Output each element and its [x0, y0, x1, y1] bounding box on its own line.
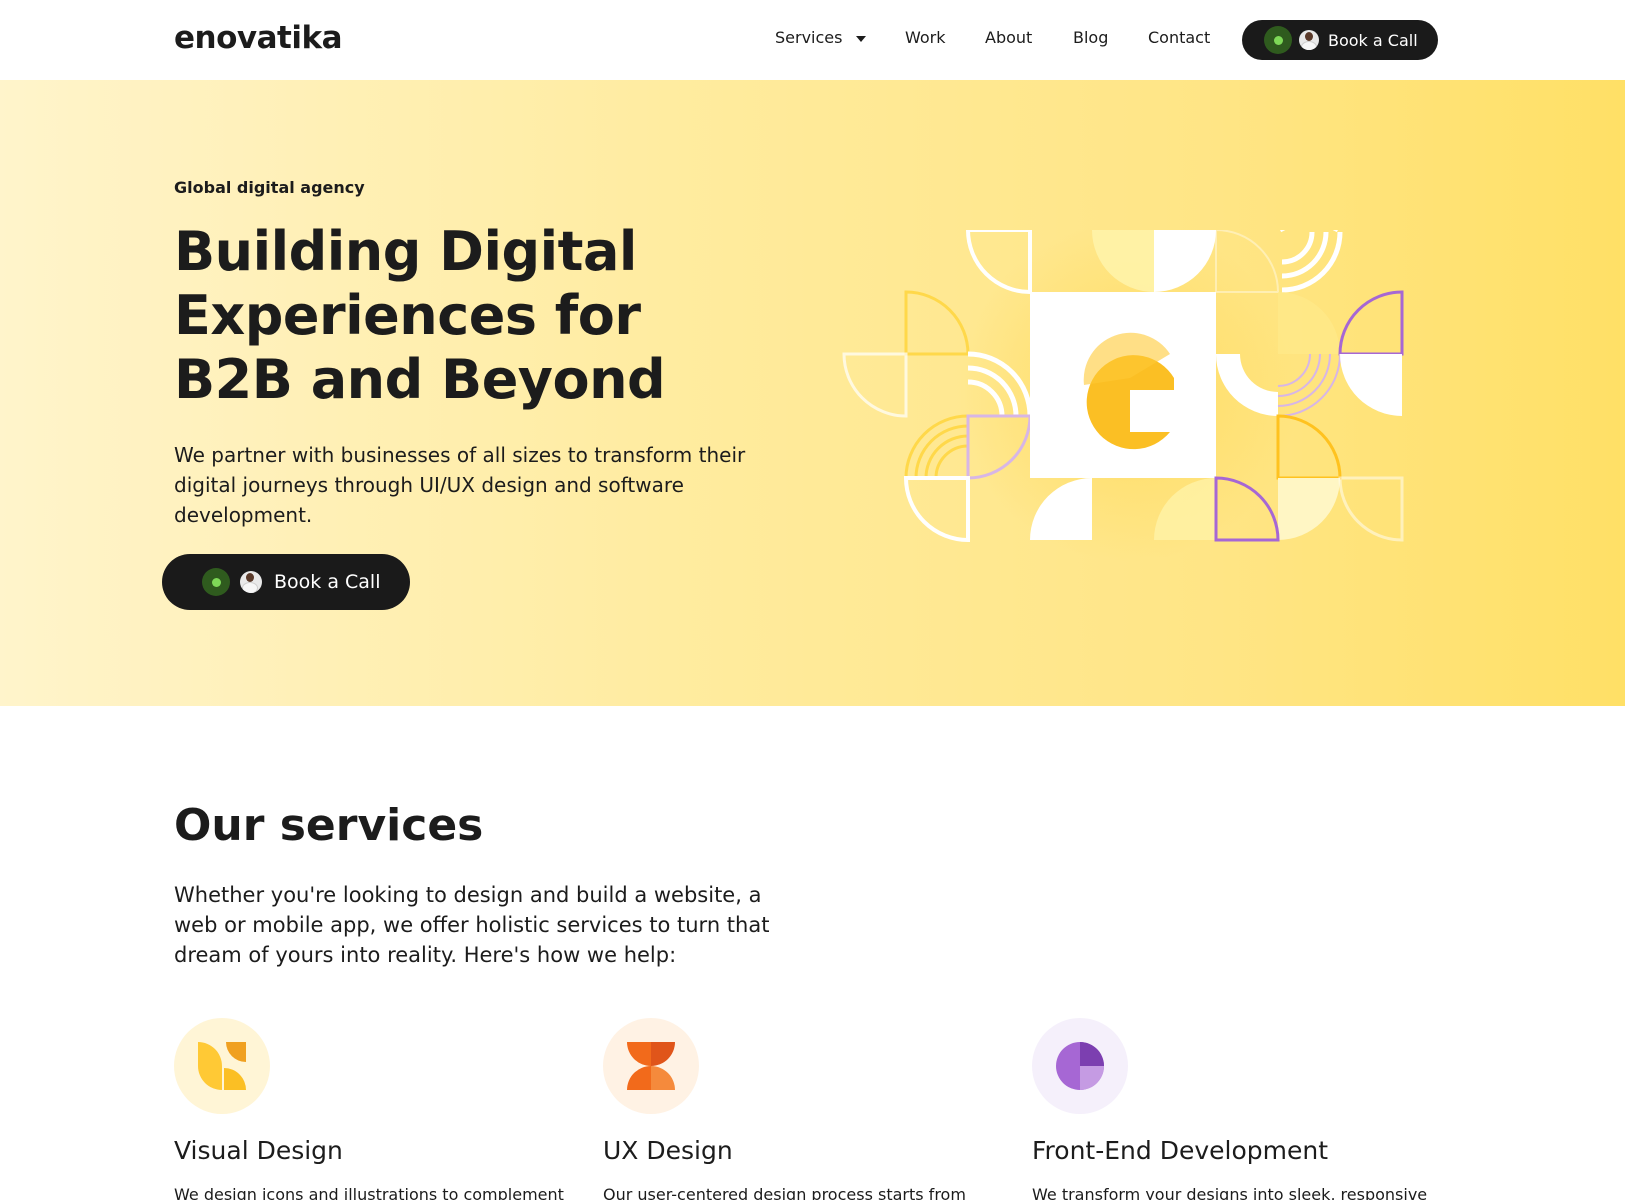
nav-blog[interactable]: Blog [1073, 28, 1108, 47]
nav-work[interactable]: Work [905, 28, 946, 47]
site-logo[interactable]: enovatika [174, 20, 343, 56]
service-card-text: Our user-centered design process starts … [603, 1185, 966, 1200]
service-card-title: Visual Design [174, 1136, 343, 1165]
chevron-down-icon [856, 35, 867, 42]
leaf-shapes-icon [174, 1018, 270, 1114]
site-header: enovatika Services Work About Blog Conta… [0, 0, 1625, 80]
hero-section: Global digital agency Building Digital E… [0, 80, 1625, 706]
pie-shapes-icon [1032, 1018, 1128, 1114]
online-status-icon [202, 568, 230, 596]
hero-geometric-illustration [842, 230, 1404, 562]
hero-eyebrow: Global digital agency [174, 178, 365, 197]
service-card-title: UX Design [603, 1136, 733, 1165]
nav-about[interactable]: About [985, 28, 1032, 47]
nav-services-label: Services [775, 28, 843, 47]
hero-description: We partner with businesses of all sizes … [174, 443, 746, 527]
service-card-title: Front-End Development [1032, 1136, 1329, 1165]
nav-services[interactable]: Services [775, 28, 867, 47]
hero-book-call-label: Book a Call [274, 571, 381, 593]
hourglass-shapes-icon [603, 1018, 699, 1114]
nav-contact[interactable]: Contact [1148, 28, 1210, 47]
online-status-icon [1264, 26, 1292, 54]
services-description: Whether you're looking to design and bui… [174, 883, 770, 967]
service-card-text: We design icons and illustrations to com… [174, 1185, 564, 1200]
hero-title: Building Digital Experiences for B2B and… [174, 220, 666, 411]
service-card-visual-design[interactable]: Visual Design We design icons and illust… [174, 1018, 574, 1200]
avatar [240, 571, 262, 593]
avatar [1299, 30, 1319, 50]
services-title: Our services [174, 800, 484, 851]
hero-book-call-button[interactable]: Book a Call [162, 554, 410, 610]
service-card-front-end-development[interactable]: Front-End Development We transform your … [1032, 1018, 1432, 1200]
header-book-call-button[interactable]: Book a Call [1242, 20, 1438, 60]
service-card-ux-design[interactable]: UX Design Our user-centered design proce… [603, 1018, 1003, 1200]
service-card-text: We transform your designs into sleek, re… [1032, 1185, 1428, 1200]
header-book-call-label: Book a Call [1328, 30, 1418, 50]
